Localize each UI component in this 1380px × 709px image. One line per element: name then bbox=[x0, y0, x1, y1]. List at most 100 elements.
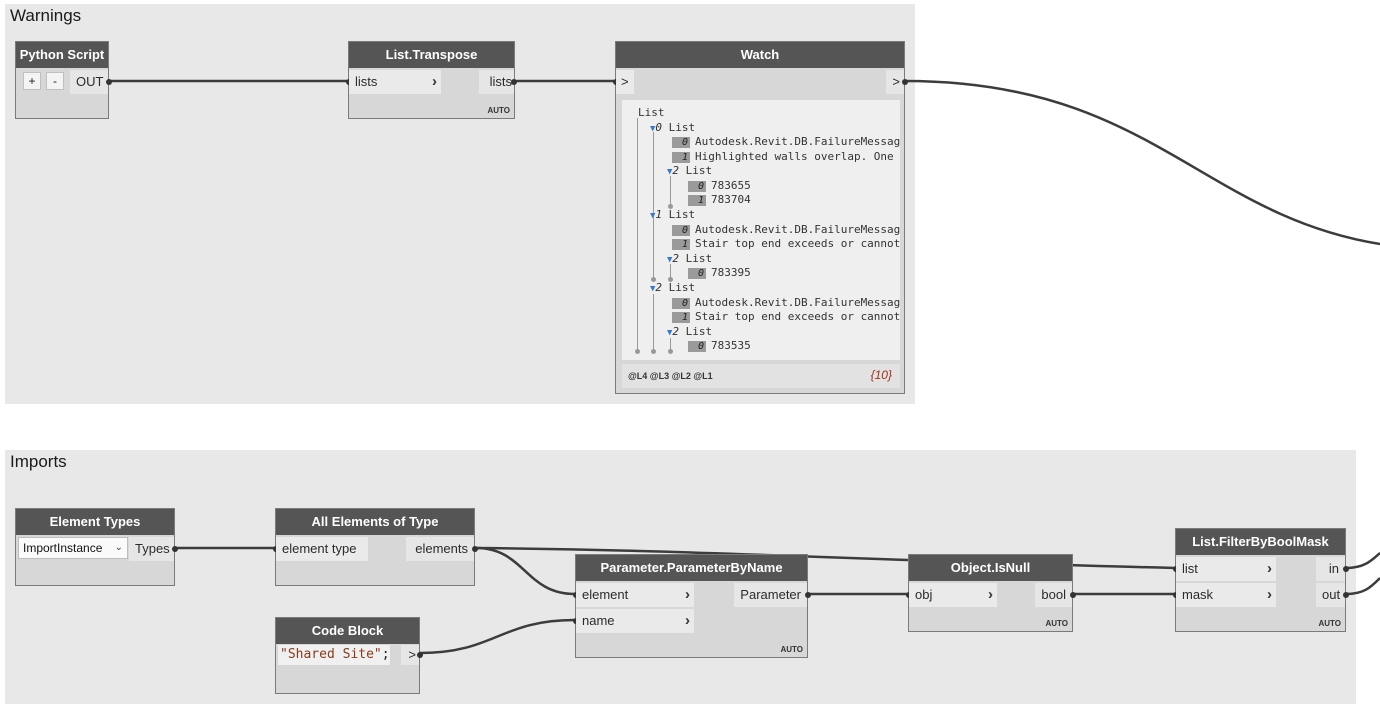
tree-row-index: 2 bbox=[655, 281, 663, 294]
tree-row: 1 Stair top end exceeds or cannot bbox=[672, 310, 900, 324]
tree-row: 0 Autodesk.Revit.DB.FailureMessag bbox=[672, 296, 900, 310]
tree-row: 0 Autodesk.Revit.DB.FailureMessag bbox=[672, 223, 900, 237]
node-title: Watch bbox=[616, 42, 904, 68]
tree-row-text: Autodesk.Revit.DB.FailureMessag bbox=[695, 135, 900, 148]
output-port-in[interactable]: in bbox=[1316, 557, 1345, 581]
input-label: element bbox=[582, 587, 629, 602]
tree-row-text: 783704 bbox=[711, 193, 751, 206]
chevron-right-icon: › bbox=[1267, 586, 1272, 603]
wire-watch-out bbox=[904, 79, 1380, 246]
node-title: Parameter.ParameterByName bbox=[576, 555, 807, 581]
output-port-types[interactable]: Types bbox=[129, 537, 174, 561]
node-code-block[interactable]: Code Block "Shared Site"; > bbox=[275, 617, 423, 694]
item-count: {10} bbox=[870, 368, 892, 382]
output-port-dot[interactable] bbox=[106, 79, 112, 85]
tree-row-index: 1 bbox=[688, 194, 706, 206]
tree-guide-l3-b bbox=[653, 294, 654, 352]
chevron-right-icon: › bbox=[432, 73, 437, 90]
tree-row[interactable]: ▼2 List bbox=[650, 281, 695, 295]
tree-row: 1 783704 bbox=[688, 193, 751, 207]
output-port-dot[interactable] bbox=[1343, 592, 1349, 598]
tree-row-index: 0 bbox=[688, 180, 706, 192]
input-port-list[interactable]: list › bbox=[1176, 557, 1276, 581]
tree-row-text: 783535 bbox=[711, 339, 751, 352]
input-port-element-type[interactable]: element type bbox=[276, 537, 368, 561]
chevron-right-icon: › bbox=[685, 612, 690, 629]
tree-row: 0 783395 bbox=[688, 266, 751, 280]
level-label: @L4 bbox=[628, 371, 648, 381]
tree-row[interactable]: ▼1 List bbox=[650, 208, 695, 222]
tree-row-text: List bbox=[668, 281, 696, 294]
output-port-lists[interactable]: lists bbox=[479, 70, 514, 94]
tree-row: 0 783655 bbox=[688, 179, 751, 193]
remove-input-button[interactable]: - bbox=[46, 72, 64, 90]
input-port-lists[interactable]: lists › bbox=[349, 70, 441, 94]
output-port-dot[interactable] bbox=[511, 79, 517, 85]
node-title: Code Block bbox=[276, 618, 419, 644]
add-input-button[interactable]: + bbox=[23, 72, 41, 90]
tree-row-index: 0 bbox=[672, 224, 690, 236]
tree-row: List bbox=[638, 106, 665, 120]
output-port-out[interactable]: out bbox=[1316, 583, 1345, 607]
node-watch[interactable]: Watch > > List ▼0 List 0 Autodesk.Revit.D… bbox=[613, 41, 908, 394]
node-title: Object.IsNull bbox=[909, 555, 1072, 581]
output-port-dot[interactable] bbox=[902, 79, 908, 85]
output-port-dot[interactable] bbox=[172, 546, 178, 552]
element-type-dropdown[interactable]: ImportInstance ⌄ bbox=[18, 537, 128, 559]
wire-elements-to-param bbox=[475, 546, 576, 596]
input-label: mask bbox=[1182, 587, 1214, 602]
chevron-right-icon: › bbox=[685, 586, 690, 603]
output-port-parameter[interactable]: Parameter bbox=[734, 583, 807, 607]
chevron-down-icon: ⌄ bbox=[114, 542, 123, 553]
code-semicolon: ; bbox=[381, 647, 390, 662]
output-port-dot[interactable] bbox=[1343, 566, 1349, 572]
tree-row-text: List bbox=[668, 121, 696, 134]
lacing-label: AUTO bbox=[487, 106, 510, 115]
tree-row-index: 0 bbox=[655, 121, 663, 134]
dropdown-value: ImportInstance bbox=[23, 541, 103, 555]
level-label: @L3 bbox=[649, 371, 670, 381]
output-port-out[interactable]: OUT bbox=[70, 70, 108, 94]
node-title: List.FilterByBoolMask bbox=[1176, 529, 1345, 555]
output-port-elements[interactable]: elements bbox=[406, 537, 474, 561]
input-port-element[interactable]: element › bbox=[576, 583, 694, 607]
output-port-dot[interactable] bbox=[805, 592, 811, 598]
output-port-dot[interactable] bbox=[417, 652, 423, 658]
node-element-types[interactable]: Element Types ImportInstance ⌄ Types bbox=[15, 508, 178, 586]
node-list-transpose[interactable]: List.Transpose lists › lists AUTO bbox=[346, 41, 517, 119]
wire-filter-in bbox=[1345, 552, 1380, 570]
node-object-isnull[interactable]: Object.IsNull obj › bool AUTO bbox=[906, 554, 1076, 632]
input-label: lists bbox=[355, 74, 378, 89]
lacing-label: AUTO bbox=[780, 645, 803, 654]
node-parameter-by-name[interactable]: Parameter.ParameterByName element › name… bbox=[573, 554, 811, 658]
node-title: List.Transpose bbox=[349, 42, 514, 68]
node-filter-by-bool-mask[interactable]: List.FilterByBoolMask list › mask › in o… bbox=[1173, 528, 1349, 632]
code-editor[interactable]: "Shared Site"; bbox=[278, 645, 390, 665]
output-port-dot[interactable] bbox=[1070, 592, 1076, 598]
output-port-dot[interactable] bbox=[472, 546, 478, 552]
tree-row[interactable]: ▼2 List bbox=[667, 325, 712, 339]
tree-row-text: 783655 bbox=[711, 179, 751, 192]
tree-guide-end bbox=[635, 349, 640, 354]
tree-row-text: List bbox=[685, 164, 713, 177]
tree-row-text: Autodesk.Revit.DB.FailureMessag bbox=[695, 223, 900, 236]
input-port-mask[interactable]: mask › bbox=[1176, 583, 1276, 607]
tree-row[interactable]: ▼2 List bbox=[667, 164, 712, 178]
node-all-elements-of-type[interactable]: All Elements of Type element type elemen… bbox=[273, 508, 478, 586]
input-port[interactable]: > bbox=[616, 70, 634, 94]
tree-row-index: 0 bbox=[688, 267, 706, 279]
tree-row[interactable]: ▼0 List bbox=[650, 121, 695, 135]
tree-row-text: List bbox=[685, 252, 713, 265]
tree-row-index: 2 bbox=[672, 325, 680, 338]
tree-guide-end bbox=[668, 349, 673, 354]
output-port-bool[interactable]: bool bbox=[1035, 583, 1072, 607]
node-title: All Elements of Type bbox=[276, 509, 474, 535]
tree-guide-end bbox=[651, 349, 656, 354]
tree-row[interactable]: ▼2 List bbox=[667, 252, 712, 266]
input-port-obj[interactable]: obj › bbox=[909, 583, 997, 607]
node-python-script[interactable]: Python Script + - OUT bbox=[15, 41, 112, 119]
input-port-name[interactable]: name › bbox=[576, 609, 694, 633]
tree-row-text: Autodesk.Revit.DB.FailureMessag bbox=[695, 296, 900, 309]
watch-preview-tree[interactable]: List ▼0 List 0 Autodesk.Revit.DB.FailureM… bbox=[622, 100, 900, 360]
tree-row-text: List bbox=[685, 325, 713, 338]
